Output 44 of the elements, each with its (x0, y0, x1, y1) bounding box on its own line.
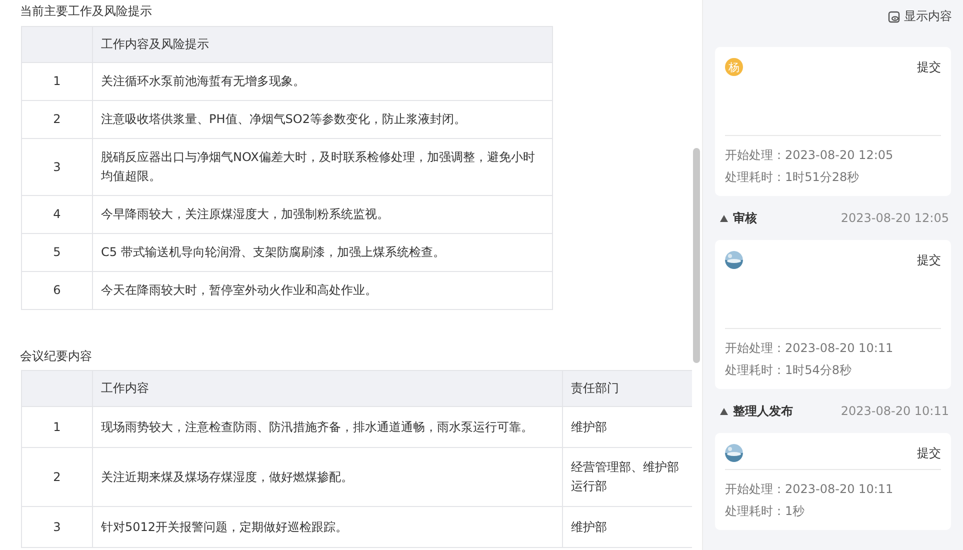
table-cell: 注意吸收塔供浆量、PH值、净烟气SO2等参数变化，防止浆液封闭。 (92, 100, 552, 138)
collapse-triangle-icon[interactable] (720, 214, 728, 222)
step-title: 审核 (733, 210, 757, 226)
table-cell: 6 (22, 272, 92, 310)
table-header-cell (22, 370, 92, 406)
start-time-text: 开始处理：2023-08-20 10:11 (725, 481, 894, 498)
duration-text: 处理耗时：1时54分8秒 (725, 362, 853, 379)
table-header-cell (22, 26, 92, 62)
table-cell: 关注循环水泵前池海蜇有无增多现象。 (92, 62, 552, 100)
table-cell: 1 (22, 62, 92, 100)
table-cell: 脱硝反应器出口与净烟气NOX偏差大时，及时联系检修处理，加强调整，避免小时均值超限。 (92, 138, 552, 196)
action-label: 提交 (917, 444, 941, 462)
table-cell: 1 (22, 406, 92, 448)
table-cell: C5 带式输送机导向轮润滑、支架防腐刷漆，加强上煤系统检查。 (92, 234, 552, 272)
table-cell: 针对5012开关报警问题，定期做好巡检跟踪。 (92, 506, 562, 548)
table-header-cell: 责任部门 (562, 370, 692, 406)
table-cell: 今天在降雨较大时，暂停室外动火作业和高处作业。 (92, 272, 552, 310)
start-time-text: 开始处理：2023-08-20 10:11 (725, 340, 894, 357)
step-time: 2023-08-20 10:11 (840, 404, 949, 418)
table-cell: 2 (22, 448, 92, 506)
table-cell: 3 (22, 138, 92, 196)
duration-text: 处理耗时：1时51分28秒 (725, 169, 860, 186)
show-content-button[interactable]: 显示内容 (888, 8, 952, 25)
table-cell: 现场雨势较大，注意检查防雨、防汛措施齐备，排水通道通畅，雨水泵运行可靠。 (92, 406, 562, 448)
scrollbar-thumb[interactable] (693, 148, 700, 363)
section-title: 当前主要工作及风险提示 (20, 3, 153, 20)
start-time-text: 开始处理：2023-08-20 12:05 (725, 147, 894, 164)
table-header-cell: 工作内容 (92, 370, 562, 406)
user-avatar: 杨 (725, 58, 743, 76)
table-cell: 5 (22, 234, 92, 272)
table-header-cell: 工作内容及风险提示 (92, 26, 552, 62)
table-cell: 4 (22, 196, 92, 234)
action-label: 提交 (917, 252, 941, 268)
table-cell: 关注近期来煤及煤场存煤湿度，做好燃煤掺配。 (92, 448, 562, 506)
step-time: 2023-08-20 12:05 (840, 211, 949, 225)
table-cell: 2 (22, 100, 92, 138)
duration-text: 处理耗时：1秒 (725, 503, 806, 520)
section-title: 会议纪要内容 (20, 348, 93, 365)
table-cell: 3 (22, 506, 92, 548)
action-label: 提交 (917, 58, 941, 76)
table-cell: 今早降雨较大，关注原煤湿度大，加强制粉系统监视。 (92, 196, 552, 234)
step-title: 整理人发布 (733, 402, 793, 420)
eye-icon (888, 10, 900, 22)
collapse-triangle-icon[interactable] (720, 408, 728, 414)
